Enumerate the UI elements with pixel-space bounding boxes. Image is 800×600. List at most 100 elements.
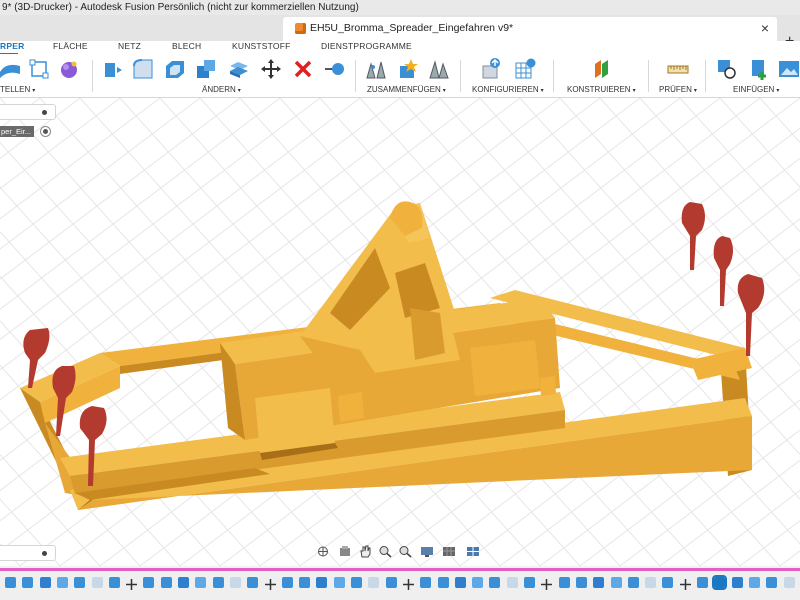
grid-settings-icon[interactable] (442, 545, 456, 558)
timeline-feature-icon[interactable] (645, 577, 657, 588)
configure-table-icon[interactable] (481, 58, 503, 80)
move-icon[interactable] (260, 58, 282, 80)
collapse-dot-icon[interactable] (42, 551, 47, 556)
timeline-feature-icon[interactable] (22, 577, 34, 588)
timeline-feature-icon[interactable] (316, 577, 328, 588)
tab-kunststoff[interactable]: KUNSTSTOFF (232, 41, 291, 51)
timeline-move-feature-icon[interactable] (679, 577, 691, 590)
shell-icon[interactable] (164, 58, 186, 80)
offset-face-icon[interactable] (228, 58, 250, 80)
timeline-move-feature-icon[interactable] (264, 577, 276, 590)
tab-koerper[interactable]: RPER (0, 41, 24, 51)
timeline-feature-icon[interactable] (108, 577, 120, 588)
timeline-move-feature-icon[interactable] (402, 577, 414, 590)
timeline-feature-icon[interactable] (56, 577, 68, 588)
browser-panel-header[interactable] (0, 104, 56, 120)
timeline-feature-icon[interactable] (351, 577, 362, 588)
insert-mesh-icon[interactable] (748, 58, 770, 80)
group-label-einfuegen[interactable]: EINFÜGEN ▾ (733, 85, 779, 94)
group-label-zusammenfuegen[interactable]: ZUSAMMENFÜGEN ▾ (367, 85, 446, 94)
timeline-feature-icon[interactable] (74, 577, 86, 588)
timeline-feature-icon[interactable] (558, 577, 570, 588)
insert-image-icon[interactable] (778, 58, 800, 80)
tab-dienstprogramme[interactable]: DIENSTPROGRAMME (321, 41, 412, 51)
timeline-feature-icon[interactable] (160, 577, 172, 588)
zoom-icon[interactable] (398, 545, 412, 558)
timeline-feature-icon[interactable] (766, 577, 778, 588)
timeline-feature-icon[interactable] (195, 577, 207, 588)
model-face (410, 308, 445, 360)
timeline-feature-icon[interactable] (472, 577, 484, 588)
group-label-aendern[interactable]: ÄNDERN ▾ (202, 85, 241, 94)
combine-icon[interactable] (195, 58, 217, 80)
sketch-icon[interactable] (28, 58, 50, 80)
timeline-feature-icon[interactable] (697, 577, 708, 588)
3d-viewport[interactable] (0, 98, 800, 566)
as-built-joint-icon[interactable] (397, 58, 419, 80)
display-settings-icon[interactable] (420, 545, 434, 558)
timeline-feature-icon[interactable] (524, 577, 535, 588)
timeline-feature-icon[interactable] (610, 577, 622, 588)
look-at-icon[interactable] (338, 545, 352, 558)
press-pull-icon[interactable] (102, 58, 124, 80)
offset-plane-icon[interactable] (592, 58, 614, 80)
timeline-feature-icon[interactable] (748, 577, 760, 588)
pan-icon[interactable] (358, 545, 372, 558)
timeline-feature-icon[interactable] (299, 577, 311, 588)
zoom-window-icon[interactable] (378, 545, 392, 558)
document-tab[interactable]: EH5U_Bromma_Spreader_Eingefahren v9* × (283, 17, 777, 41)
timeline-feature-icon[interactable] (731, 577, 743, 588)
group-label-erstellen[interactable]: TELLEN ▾ (0, 85, 35, 94)
insert-derive-icon[interactable] (716, 58, 738, 80)
timeline-feature-icon[interactable] (489, 577, 501, 588)
timeline-feature-icon[interactable] (385, 577, 397, 588)
viewports-icon[interactable] (466, 545, 480, 558)
joint-icon[interactable] (365, 58, 387, 80)
timeline-feature-icon[interactable] (39, 577, 51, 588)
timeline-feature-icon[interactable] (178, 577, 189, 588)
timeline-feature-icon[interactable] (333, 577, 345, 588)
timeline-feature-icon[interactable] (229, 577, 241, 588)
tab-blech[interactable]: BLECH (172, 41, 201, 51)
close-tab-icon[interactable]: × (761, 20, 769, 36)
timeline-feature-icon[interactable] (627, 577, 639, 588)
group-label-konfigurieren[interactable]: KONFIGURIEREN ▾ (472, 85, 544, 94)
comments-panel[interactable] (0, 545, 56, 561)
tab-netz[interactable]: NETZ (118, 41, 141, 51)
form-icon[interactable] (58, 58, 80, 80)
timeline-feature-icon[interactable] (143, 577, 155, 588)
timeline-feature-icon[interactable] (783, 577, 795, 588)
tab-flaeche[interactable]: FLÄCHE (53, 41, 88, 51)
timeline-feature-icon[interactable] (593, 577, 605, 588)
group-label-konstruieren[interactable]: KONSTRUIEREN ▾ (567, 85, 636, 94)
timeline-feature-icon[interactable] (437, 577, 449, 588)
timeline-feature-icon[interactable] (420, 577, 432, 588)
physical-material-icon[interactable] (323, 58, 345, 80)
timeline-feature-icon[interactable] (212, 577, 224, 588)
viewport-canvas[interactable] (0, 98, 800, 566)
timeline-feature-icon[interactable] (454, 577, 466, 588)
timeline-feature-icon[interactable] (281, 577, 293, 588)
timeline-feature-icon[interactable] (5, 577, 16, 588)
timeline-feature-icon[interactable] (91, 577, 103, 588)
timeline-move-feature-icon[interactable] (541, 577, 553, 590)
measure-icon[interactable] (667, 58, 689, 80)
timeline-feature-icon[interactable] (712, 575, 728, 590)
rigid-group-icon[interactable] (428, 58, 450, 80)
timeline-feature-icon[interactable] (662, 577, 674, 588)
group-label-pruefen[interactable]: PRÜFEN ▾ (659, 85, 697, 94)
timeline-feature-icon[interactable] (575, 577, 587, 588)
timeline-feature-icon[interactable] (368, 577, 380, 588)
timeline-move-feature-icon[interactable] (126, 577, 138, 590)
sphere-icon[interactable] (0, 58, 22, 80)
fillet-icon[interactable] (132, 58, 154, 80)
timeline-feature-icon[interactable] (506, 577, 518, 588)
timeline-feature-icon[interactable] (247, 577, 259, 588)
collapse-dot-icon[interactable] (42, 110, 47, 115)
spreader-model[interactable] (20, 201, 765, 510)
orbit-icon[interactable] (316, 545, 330, 558)
delete-icon[interactable] (292, 58, 314, 80)
browser-component-item[interactable]: per_Eir... (0, 126, 34, 137)
activate-radio-button[interactable] (40, 126, 51, 137)
configure-icon[interactable] (514, 58, 536, 80)
